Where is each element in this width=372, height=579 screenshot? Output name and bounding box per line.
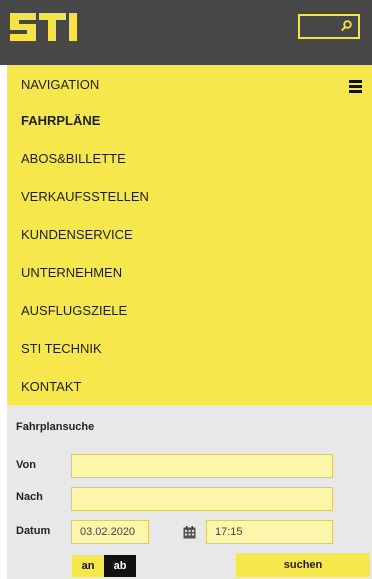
search-icon[interactable] bbox=[340, 19, 353, 38]
von-label: Von bbox=[16, 459, 36, 471]
search-button[interactable]: suchen bbox=[236, 553, 370, 577]
nav-item-kundenservice[interactable]: KUNDENSERVICE bbox=[21, 227, 133, 242]
nav-item-sti-technik[interactable]: STI TECHNIK bbox=[21, 341, 102, 356]
time-input[interactable]: 17:15 bbox=[206, 520, 333, 544]
date-input[interactable]: 03.02.2020 bbox=[71, 520, 149, 544]
nach-label: Nach bbox=[16, 491, 43, 503]
nav-item-abos-billette[interactable]: ABOS&BILLETTE bbox=[21, 151, 126, 166]
arrival-toggle-button[interactable]: an bbox=[72, 555, 104, 577]
timetable-search-form: Fahrplansuche Von Nach Datum 03.02.2020 … bbox=[7, 405, 372, 579]
nav-item-unternehmen[interactable]: UNTERNEHMEN bbox=[21, 265, 122, 280]
form-title: Fahrplansuche bbox=[16, 421, 95, 433]
hamburger-icon[interactable] bbox=[349, 80, 362, 95]
calendar-icon[interactable] bbox=[183, 526, 196, 544]
nav-item-ausflugsziele[interactable]: AUSFLUGSZIELE bbox=[21, 303, 127, 318]
von-input[interactable] bbox=[71, 454, 333, 478]
navigation-heading: NAVIGATION bbox=[21, 77, 100, 92]
nav-item-kontakt[interactable]: KONTAKT bbox=[21, 379, 81, 394]
nach-input[interactable] bbox=[71, 487, 333, 511]
datum-label: Datum bbox=[16, 525, 51, 537]
nav-item-fahrplaene[interactable]: FAHRPLÄNE bbox=[21, 113, 100, 128]
nav-item-verkaufsstellen[interactable]: VERKAUFSSTELLEN bbox=[21, 189, 149, 204]
search-input[interactable] bbox=[298, 14, 360, 39]
header-bar bbox=[0, 0, 372, 65]
navigation-menu: NAVIGATION FAHRPLÄNE ABOS&BILLETTE VERKA… bbox=[7, 65, 372, 405]
sti-logo[interactable] bbox=[8, 11, 80, 48]
departure-toggle-button[interactable]: ab bbox=[104, 555, 136, 577]
